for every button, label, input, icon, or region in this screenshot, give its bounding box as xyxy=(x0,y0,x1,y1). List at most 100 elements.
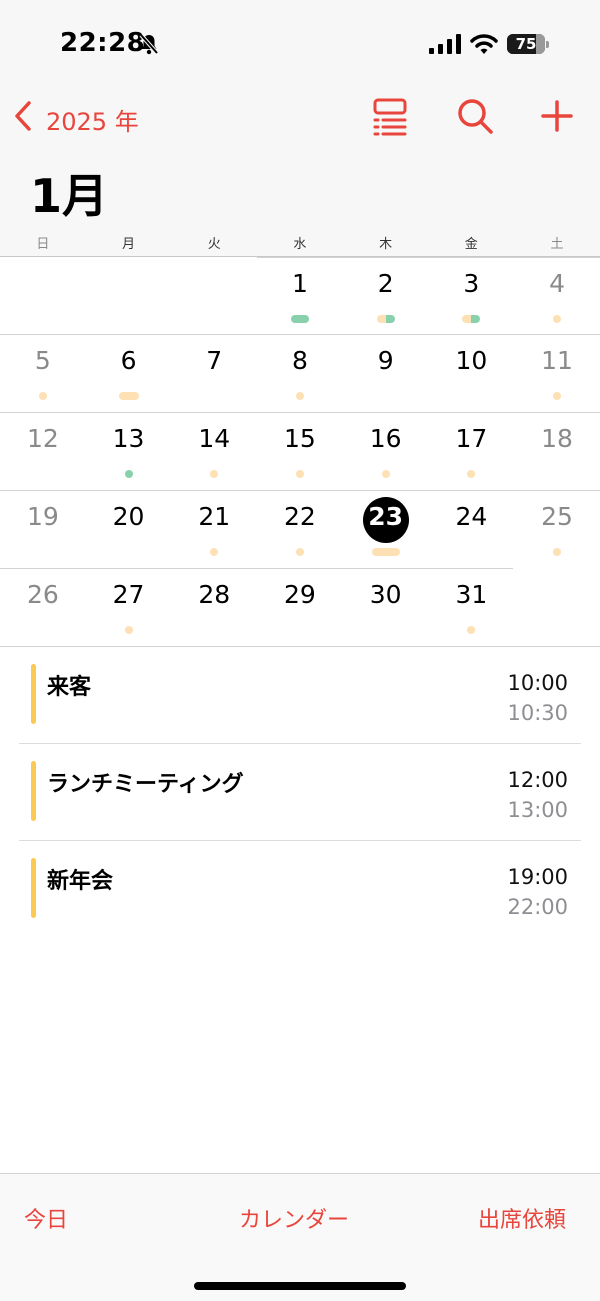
event-dot xyxy=(467,626,476,634)
battery-indicator: 75 xyxy=(507,32,549,56)
tab-bar: 今日 カレンダー 出席依頼 xyxy=(0,1173,600,1301)
event-title: 来客 xyxy=(47,675,92,700)
event-dot xyxy=(553,548,562,556)
day-number: 20 xyxy=(112,502,145,531)
day-number: 15 xyxy=(284,424,316,453)
event-dot xyxy=(553,315,562,323)
day-number: 31 xyxy=(455,580,488,609)
day-cell-16[interactable]: 16 xyxy=(343,412,429,490)
day-cell-19[interactable]: 19 xyxy=(0,490,86,568)
event-dot xyxy=(462,315,481,323)
status-time: 22:28 xyxy=(60,28,146,58)
day-number: 27 xyxy=(112,580,145,609)
day-cell-26[interactable]: 26 xyxy=(0,568,86,646)
day-cell-13[interactable]: 13 xyxy=(86,412,172,490)
day-cell-12[interactable]: 12 xyxy=(0,412,86,490)
event-dot xyxy=(295,548,304,556)
back-to-year-button[interactable]: 2025 年 xyxy=(46,102,139,137)
status-bar: 22:28 75 xyxy=(0,0,600,90)
day-cell-8[interactable]: 8 xyxy=(257,334,343,412)
event-dot xyxy=(38,392,47,400)
day-cell-22[interactable]: 22 xyxy=(257,490,343,568)
inbox-button[interactable]: 出席依頼 xyxy=(478,1202,566,1234)
home-indicator xyxy=(194,1282,406,1290)
day-cell-1[interactable]: 1 xyxy=(257,257,343,335)
day-number: 1 xyxy=(291,269,308,298)
day-cell-20[interactable]: 20 xyxy=(86,490,172,568)
day-number: 21 xyxy=(198,502,231,531)
day-number: 28 xyxy=(198,580,231,609)
weekday-label: 木 xyxy=(379,237,393,252)
day-number: 8 xyxy=(291,346,308,375)
day-cell-9[interactable]: 9 xyxy=(343,334,429,412)
event-dot xyxy=(295,392,304,400)
calendars-button[interactable]: カレンダー xyxy=(239,1202,349,1234)
event-start-time: 12:00 xyxy=(507,768,568,792)
event-dot xyxy=(376,315,395,323)
day-cell-15[interactable]: 15 xyxy=(257,412,343,490)
event-dot xyxy=(381,470,390,478)
day-number: 12 xyxy=(26,424,59,453)
event-start-time: 19:00 xyxy=(507,865,568,889)
weekday-label: 金 xyxy=(464,237,478,252)
day-cell-6[interactable]: 6 xyxy=(86,334,172,412)
day-cell-11[interactable]: 11 xyxy=(514,334,600,412)
day-cell-4[interactable]: 4 xyxy=(514,257,600,335)
day-cell-17[interactable]: 17 xyxy=(429,412,515,490)
day-cell-14[interactable]: 14 xyxy=(171,412,257,490)
day-cell-5[interactable]: 5 xyxy=(0,334,86,412)
week-row: 12 13 14 15 16 17 18 xyxy=(0,412,600,490)
event-dot xyxy=(371,548,400,556)
event-row[interactable]: 来客 10:00 10:30 xyxy=(0,647,600,744)
day-number: 5 xyxy=(34,346,51,375)
day-cell-7[interactable]: 7 xyxy=(171,334,257,412)
today-button[interactable]: 今日 xyxy=(24,1202,68,1234)
event-dot xyxy=(124,626,133,634)
weekday-label: 月 xyxy=(122,237,136,252)
day-number: 14 xyxy=(198,424,231,453)
day-number: 16 xyxy=(369,424,402,453)
list-view-icon[interactable] xyxy=(370,96,410,136)
event-end-time: 13:00 xyxy=(507,798,568,822)
event-title: 新年会 xyxy=(47,869,114,894)
event-title: ランチミーティング xyxy=(47,772,244,797)
day-number: 11 xyxy=(541,346,573,375)
day-number: 7 xyxy=(206,346,223,375)
day-cell-27[interactable]: 27 xyxy=(86,568,172,646)
event-dot xyxy=(295,470,304,478)
back-chevron-icon[interactable] xyxy=(12,100,34,132)
day-cell-2[interactable]: 2 xyxy=(343,257,429,335)
day-cell-30[interactable]: 30 xyxy=(343,568,429,646)
event-dot xyxy=(553,392,562,400)
nav-bar: 2025 年 xyxy=(0,90,600,146)
search-icon[interactable] xyxy=(455,96,495,136)
day-cell-23[interactable]: 23 xyxy=(343,490,429,568)
event-row[interactable]: 新年会 19:00 22:00 xyxy=(0,841,600,938)
event-dot xyxy=(210,470,219,478)
wifi-icon xyxy=(470,34,498,54)
day-number: 30 xyxy=(369,580,402,609)
day-number: 19 xyxy=(26,502,59,531)
event-end-time: 22:00 xyxy=(507,895,568,919)
day-cell-3[interactable]: 3 xyxy=(429,257,515,335)
week-row: 5 6 7 8 9 10 11 xyxy=(0,334,600,412)
day-cell-28[interactable]: 28 xyxy=(171,568,257,646)
day-cell-25[interactable]: 25 xyxy=(514,490,600,568)
event-dot xyxy=(118,392,139,400)
event-row[interactable]: ランチミーティング 12:00 13:00 xyxy=(0,744,600,841)
weekday-label: 土 xyxy=(550,237,564,252)
event-color-bar xyxy=(31,858,36,918)
day-cell-18[interactable]: 18 xyxy=(514,412,600,490)
weekday-header: 日 月 火 水 木 金 土 xyxy=(0,233,600,252)
day-cell-29[interactable]: 29 xyxy=(257,568,343,646)
day-cell-10[interactable]: 10 xyxy=(429,334,515,412)
day-cell-21[interactable]: 21 xyxy=(171,490,257,568)
day-cell-31[interactable]: 31 xyxy=(429,568,515,646)
event-dot xyxy=(290,315,309,323)
week-row: 19 20 21 22 23 24 25 xyxy=(0,490,600,568)
week-row: 1 2 3 4 xyxy=(0,257,600,335)
day-cell-24[interactable]: 24 xyxy=(429,490,515,568)
day-number: 18 xyxy=(541,424,573,453)
add-icon[interactable] xyxy=(537,96,577,136)
weekday-label: 日 xyxy=(36,237,50,252)
